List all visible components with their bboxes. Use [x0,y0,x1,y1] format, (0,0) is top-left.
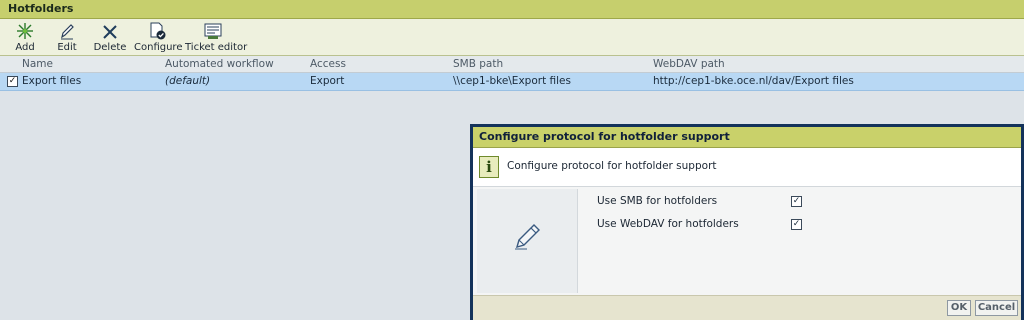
row-workflow: (default) [165,75,211,87]
dialog-title: Configure protocol for hotfolder support [473,127,1021,148]
ticket-editor-icon [185,22,241,40]
cancel-button[interactable]: Cancel [975,300,1018,316]
toolbar: Add Edit Delete Configure Ticket editor [0,19,1024,56]
hotfolders-panel: Hotfolders Add Edit Delete Configure Tic… [0,0,1024,91]
edit-button[interactable]: Edit [53,22,81,53]
ok-button[interactable]: OK [947,300,971,316]
info-text: Configure protocol for hotfolder support [507,160,717,172]
add-icon [10,22,40,40]
smb-checkbox[interactable]: ✓ [791,196,802,207]
grid-header: Name Automated workflow Access SMB path … [0,56,1024,73]
column-header-smb-path[interactable]: SMB path [453,58,503,70]
dialog-footer: OK Cancel [473,295,1021,320]
row-webdav-path: http://cep1-bke.oce.nl/dav/Export files [653,75,854,87]
column-header-access[interactable]: Access [310,58,346,70]
row-smb-path: \\cep1-bke\Export files [453,75,571,87]
add-button[interactable]: Add [10,22,40,53]
pencil-icon [513,221,543,254]
column-header-workflow[interactable]: Automated workflow [165,58,274,70]
checkmark-icon: ✓ [792,219,801,229]
row-name: Export files [22,75,82,87]
row-access: Export [310,75,345,87]
edit-icon [53,22,81,40]
webdav-option-label: Use WebDAV for hotfolders [597,218,739,230]
column-header-webdav-path[interactable]: WebDAV path [653,58,725,70]
configure-icon [134,22,180,40]
info-banner: i Configure protocol for hotfolder suppo… [473,148,1021,187]
column-header-name[interactable]: Name [22,58,53,70]
ticket-editor-button[interactable]: Ticket editor [185,22,247,53]
panel-title: Hotfolders [0,0,1024,19]
configure-button[interactable]: Configure [134,22,182,53]
info-icon: i [479,156,499,178]
checkmark-icon: ✓ [792,196,801,206]
webdav-checkbox[interactable]: ✓ [791,219,802,230]
dialog-body: Use SMB for hotfolders ✓ Use WebDAV for … [473,187,1021,293]
checkmark-icon: ✓ [8,76,17,86]
smb-option-label: Use SMB for hotfolders [597,195,718,207]
table-row[interactable]: ✓ Export files (default) Export \\cep1-b… [0,73,1024,91]
row-checkbox[interactable]: ✓ [7,76,18,87]
dialog-icon-pane [477,189,578,293]
delete-button[interactable]: Delete [93,22,127,53]
configure-protocol-dialog: Configure protocol for hotfolder support… [470,124,1024,320]
delete-icon [93,22,127,40]
